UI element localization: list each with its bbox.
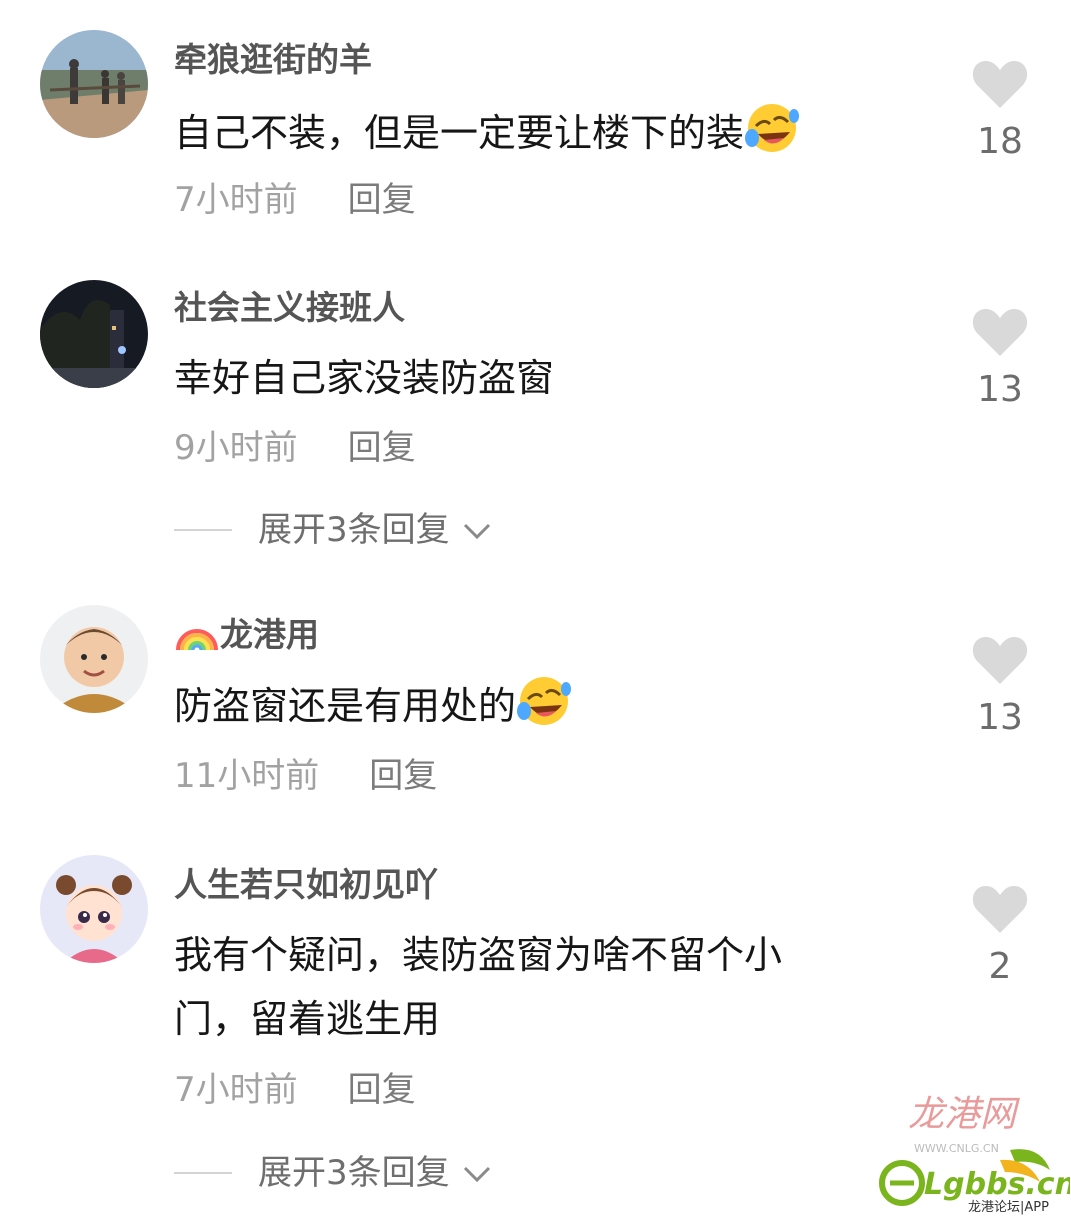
comment-meta: 7小时前 回复 [174,1070,416,1110]
avatar[interactable] [40,605,148,713]
like-button[interactable]: 2 [968,883,1032,989]
comment-text-body: 防盗窗还是有用处的 [174,684,517,728]
comment-meta: 9小时前 回复 [174,428,416,468]
comment-time: 7小时前 [174,1070,298,1110]
expand-replies-label: 展开3条回复 [258,1153,450,1193]
username-label: 龙港用 [220,615,319,654]
comment-text-line: 我有个疑问，装防盗窗为啥不留个小 [174,933,783,977]
heart-icon [972,309,1028,356]
site-watermark: 龙港网 WWW.CNLG.CN Lgbbs.cn 龙港论坛|APP [850,1090,1071,1217]
chevron-down-icon [462,1153,492,1193]
like-button[interactable]: 18 [968,58,1032,164]
username[interactable]: 牵狼逛街的羊 [174,40,372,80]
avatar[interactable] [40,280,148,388]
watermark-site-name: 龙港网 [908,1094,1020,1135]
comment-text-line: 门，留着逃生用 [174,997,441,1041]
expand-replies-label: 展开3条回复 [258,510,450,550]
watermark-domain: WWW.CNLG.CN [914,1142,999,1155]
like-count: 18 [977,121,1023,162]
rainbow-icon [174,616,220,661]
rofl-icon [744,102,800,171]
chevron-down-icon [462,510,492,550]
like-count: 13 [977,369,1023,410]
avatar[interactable] [40,855,148,963]
like-count: 2 [988,946,1012,987]
comment-meta: 7小时前 回复 [174,180,416,220]
like-count: 13 [977,697,1023,738]
watermark-app-caption: 龙港论坛|APP [968,1200,1049,1215]
comment-time: 7小时前 [174,180,298,220]
reply-button[interactable]: 回复 [348,180,416,220]
comment-time: 11小时前 [174,756,320,796]
watermark-app-logo: Lgbbs.cn [924,1167,1070,1202]
reply-button[interactable]: 回复 [348,1070,416,1110]
comment-text: 防盗窗还是有用处的 [174,675,904,744]
rofl-icon [516,675,572,744]
comment-time: 9小时前 [174,428,298,468]
divider-line [174,1172,232,1174]
heart-icon [972,61,1028,108]
divider-line [174,529,232,531]
expand-replies-button[interactable]: 展开3条回复 [174,510,492,550]
username[interactable]: 龙港用 [174,615,319,661]
reply-button[interactable]: 回复 [348,428,416,468]
username[interactable]: 社会主义接班人 [174,288,405,328]
reply-button[interactable]: 回复 [369,756,437,796]
comment-text: 幸好自己家没装防盗窗 [174,356,555,400]
comment-meta: 11小时前 回复 [174,756,437,796]
like-button[interactable]: 13 [968,634,1032,740]
username[interactable]: 人生若只如初见吖 [174,865,438,905]
expand-replies-button[interactable]: 展开3条回复 [174,1153,492,1193]
heart-icon [972,637,1028,684]
comment-text-body: 自己不装，但是一定要让楼下的装 [174,111,745,155]
like-button[interactable]: 13 [968,306,1032,412]
comment-text: 自己不装，但是一定要让楼下的装 [174,102,904,171]
heart-icon [972,886,1028,933]
comment-text: 我有个疑问，装防盗窗为啥不留个小 门，留着逃生用 [174,925,904,1049]
avatar[interactable] [40,30,148,138]
